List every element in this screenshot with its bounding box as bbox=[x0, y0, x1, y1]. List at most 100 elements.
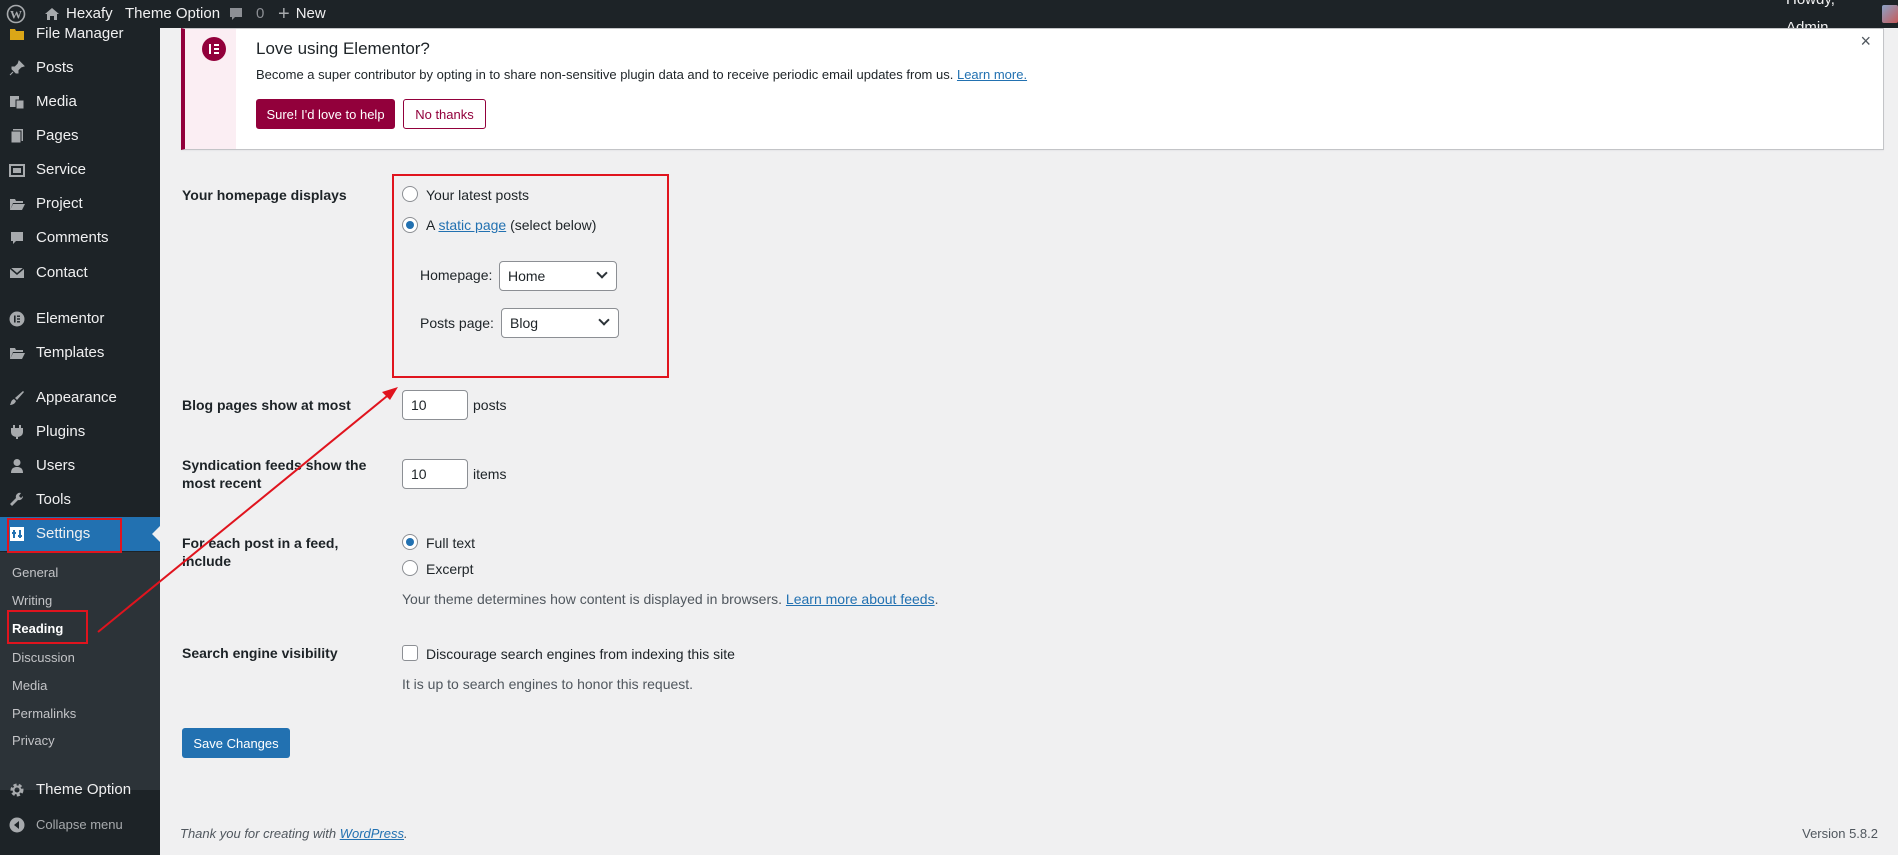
sidebar-item-users[interactable]: Users bbox=[0, 449, 160, 483]
sidebar-item-label: Theme Option bbox=[36, 781, 132, 798]
sidebar-item-tools[interactable]: Tools bbox=[0, 483, 160, 517]
feed-include-label: For each post in a feed, include bbox=[182, 534, 338, 570]
discourage-search-label[interactable]: Discourage search engines from indexing … bbox=[426, 645, 735, 663]
syndication-label-line2: most recent bbox=[182, 475, 262, 491]
no-thanks-button[interactable]: No thanks bbox=[403, 99, 486, 129]
sidebar-item-contact[interactable]: Contact bbox=[0, 256, 160, 290]
sidebar-item-label: Tools bbox=[36, 491, 72, 508]
elementor-logo-icon bbox=[202, 37, 226, 61]
excerpt-radio[interactable] bbox=[402, 560, 418, 576]
full-text-radio[interactable] bbox=[402, 534, 418, 550]
sidebar-item-label: Templates bbox=[36, 344, 105, 361]
sidebar-item-posts[interactable]: Posts bbox=[0, 51, 160, 85]
mail-icon bbox=[9, 265, 25, 281]
dismiss-notice-icon[interactable]: × bbox=[1860, 31, 1871, 52]
sidebar-item-label: File Manager bbox=[36, 25, 124, 42]
annotation-box-reading bbox=[7, 610, 88, 644]
sidebar-item-label: Users bbox=[36, 457, 76, 474]
brush-icon bbox=[9, 390, 25, 406]
sidebar-item-label: Elementor bbox=[36, 310, 105, 327]
sidebar-item-comments[interactable]: Comments bbox=[0, 221, 160, 255]
my-account-link[interactable]: Howdy, Admin bbox=[1786, 0, 1898, 36]
wordpress-link[interactable]: WordPress bbox=[340, 826, 404, 841]
search-visibility-description: It is up to search engines to honor this… bbox=[402, 676, 694, 692]
excerpt-label[interactable]: Excerpt bbox=[426, 560, 473, 578]
new-content-link[interactable]: + New bbox=[278, 0, 326, 28]
folder-open-icon bbox=[9, 345, 25, 361]
search-visibility-label: Search engine visibility bbox=[182, 645, 338, 661]
submenu-item-writing[interactable]: Writing bbox=[12, 593, 52, 608]
sidebar-item-templates[interactable]: Templates bbox=[0, 336, 160, 370]
portfolio-icon bbox=[9, 162, 25, 178]
blog-pages-label: Blog pages show at most bbox=[182, 397, 351, 413]
settings-submenu bbox=[0, 552, 160, 790]
sidebar-item-theme-option[interactable]: Theme Option bbox=[0, 773, 160, 807]
submenu-item-media[interactable]: Media bbox=[12, 678, 47, 693]
elementor-icon bbox=[9, 311, 25, 327]
collapse-icon bbox=[9, 817, 25, 833]
sidebar-item-appearance[interactable]: Appearance bbox=[0, 381, 160, 415]
feed-description: Your theme determines how content is dis… bbox=[402, 591, 938, 607]
avatar bbox=[1881, 5, 1898, 23]
media-icon bbox=[9, 94, 25, 110]
wrench-icon bbox=[9, 492, 25, 508]
full-text-label[interactable]: Full text bbox=[426, 534, 475, 552]
notice-text-body: Become a super contributor by opting in … bbox=[256, 67, 954, 82]
sidebar-item-elementor[interactable]: Elementor bbox=[0, 302, 160, 336]
notice-logo-column bbox=[185, 29, 236, 149]
submenu-item-privacy[interactable]: Privacy bbox=[12, 733, 55, 748]
feed-include-line2: include bbox=[182, 553, 232, 569]
learn-more-feeds-link[interactable]: Learn more about feeds bbox=[786, 591, 935, 607]
comments-link[interactable]: 0 bbox=[228, 0, 264, 28]
user-icon bbox=[9, 458, 25, 474]
sidebar-item-label: Appearance bbox=[36, 389, 117, 406]
syndication-label: Syndication feeds show the most recent bbox=[182, 456, 366, 492]
sidebar-item-project[interactable]: Project bbox=[0, 187, 160, 221]
elementor-optin-notice: Love using Elementor? Become a super con… bbox=[181, 28, 1884, 150]
pages-icon bbox=[9, 128, 25, 144]
sidebar-item-service[interactable]: Service bbox=[0, 153, 160, 187]
current-menu-arrow bbox=[152, 526, 160, 542]
items-unit-label: items bbox=[473, 466, 507, 482]
opt-in-button[interactable]: Sure! I'd love to help bbox=[256, 99, 395, 129]
admin-bar: W Hexafy Theme Option 0 + New Howdy, Adm… bbox=[0, 0, 1898, 36]
annotation-box-homepage bbox=[392, 174, 669, 378]
sidebar-item-label: Service bbox=[36, 161, 87, 178]
submenu-item-permalinks[interactable]: Permalinks bbox=[12, 706, 76, 721]
homepage-displays-label: Your homepage displays bbox=[182, 187, 347, 203]
feed-include-line1: For each post in a feed, bbox=[182, 535, 339, 551]
submenu-item-general[interactable]: General bbox=[12, 565, 58, 580]
sidebar-item-pages[interactable]: Pages bbox=[0, 119, 160, 153]
comment-icon bbox=[9, 230, 25, 246]
footer-thankyou: Thank you for creating with WordPress. bbox=[180, 826, 408, 841]
sidebar-item-label: Collapse menu bbox=[36, 817, 123, 832]
posts-per-rss-input[interactable]: 10 bbox=[402, 459, 468, 489]
footer-thanks-end: . bbox=[404, 826, 408, 841]
sidebar-item-label: Pages bbox=[36, 127, 79, 144]
comments-count: 0 bbox=[256, 5, 265, 22]
plus-icon: + bbox=[278, 3, 290, 25]
sidebar-item-media[interactable]: Media bbox=[0, 85, 160, 119]
sidebar-item-label: Comments bbox=[36, 229, 109, 246]
discourage-search-checkbox[interactable] bbox=[402, 645, 418, 661]
submenu-item-discussion[interactable]: Discussion bbox=[12, 650, 75, 665]
save-changes-button[interactable]: Save Changes bbox=[182, 728, 290, 758]
sidebar-item-label: Project bbox=[36, 195, 83, 212]
sidebar-item-label: Media bbox=[36, 93, 77, 110]
sidebar-item-file-manager[interactable]: File Manager bbox=[0, 17, 160, 51]
folder-icon bbox=[9, 26, 25, 42]
new-label: New bbox=[295, 5, 326, 22]
learn-more-link[interactable]: Learn more. bbox=[957, 67, 1027, 82]
collapse-menu-button[interactable]: Collapse menu bbox=[0, 808, 160, 842]
footer-version: Version 5.8.2 bbox=[1802, 826, 1878, 841]
comment-icon bbox=[230, 8, 242, 20]
feed-desc-text: Your theme determines how content is dis… bbox=[402, 591, 783, 607]
posts-per-page-input[interactable]: 10 bbox=[402, 390, 468, 420]
footer-thanks-text: Thank you for creating with bbox=[180, 826, 337, 841]
sidebar-item-plugins[interactable]: Plugins bbox=[0, 415, 160, 449]
posts-unit-label: posts bbox=[473, 397, 507, 413]
pin-icon bbox=[9, 60, 25, 76]
notice-title: Love using Elementor? bbox=[256, 39, 430, 58]
gear-icon bbox=[9, 782, 25, 798]
annotation-box-settings bbox=[7, 518, 122, 553]
